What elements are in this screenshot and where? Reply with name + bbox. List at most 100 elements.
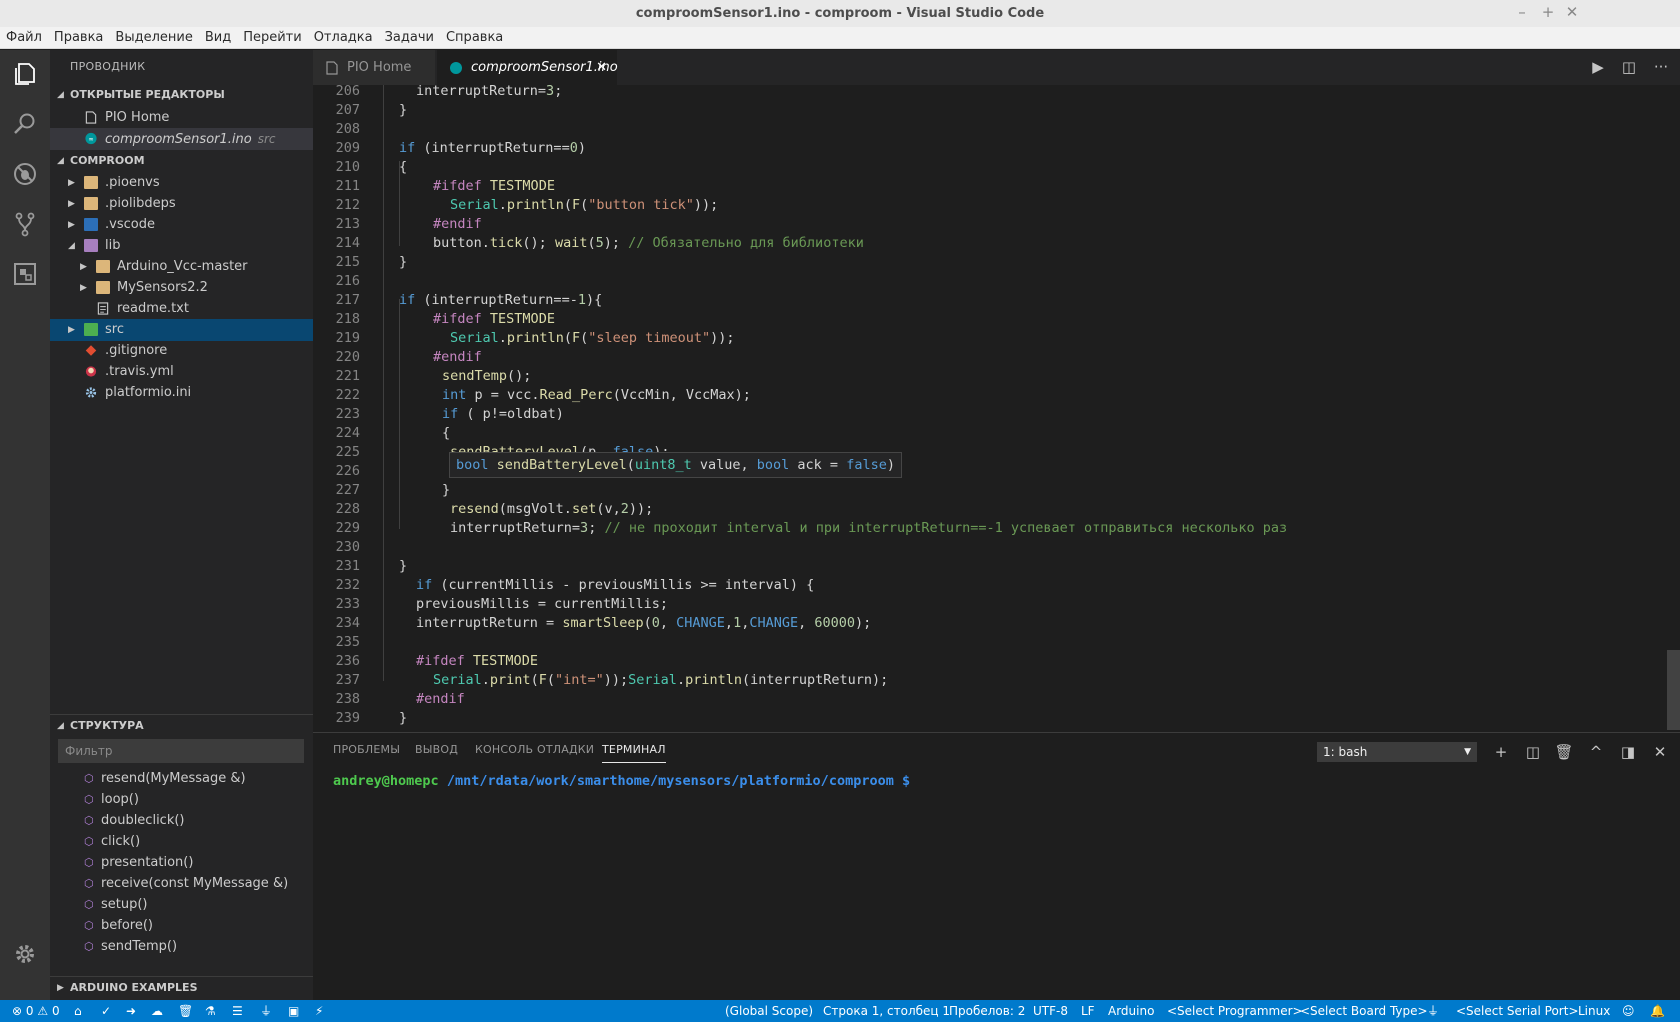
split-terminal-icon[interactable]: ◫ — [1523, 742, 1543, 762]
tree-item-src[interactable]: ▶ src — [50, 319, 313, 341]
warning-icon: ⚠ — [37, 1004, 49, 1018]
close-panel-icon[interactable]: ✕ — [1650, 742, 1670, 762]
tree-item-gitignore[interactable]: .gitignore — [50, 340, 313, 362]
chevron-right-icon: ▶ — [80, 262, 87, 272]
menu-help[interactable]: Справка — [440, 27, 509, 47]
os-status[interactable]: Linux — [1578, 1000, 1610, 1022]
code-line: 235 — [335, 634, 360, 650]
run-icon[interactable]: ▶ — [1587, 56, 1609, 78]
settings-gear-icon[interactable] — [0, 930, 50, 978]
svg-text:∞: ∞ — [88, 135, 93, 143]
tree-item-readme[interactable]: readme.txt — [50, 298, 313, 320]
notifications-bell-icon[interactable]: 🔔 — [1650, 1000, 1665, 1022]
more-actions-icon[interactable]: ··· — [1650, 56, 1672, 78]
serial-port-status[interactable]: <Select Serial Port> — [1456, 1000, 1579, 1022]
outline-header[interactable]: ◢ СТРУКТУРА — [50, 714, 313, 736]
debug-icon[interactable] — [0, 150, 50, 198]
menu-tasks[interactable]: Задачи — [379, 27, 440, 47]
pio-home-icon[interactable]: ⌂ — [74, 1000, 82, 1022]
menu-file[interactable]: Файл — [0, 27, 48, 47]
method-icon: ⬡ — [84, 856, 94, 869]
code-line: 227} — [335, 482, 451, 498]
source-control-icon[interactable] — [0, 200, 50, 248]
tab-pio-home[interactable]: PIO Home — [313, 50, 435, 85]
code-line: 222 int p = vcc.Read_Perc(VccMin, VccMax)… — [335, 387, 751, 403]
explorer-icon[interactable] — [0, 50, 50, 98]
tree-item-pioenvs[interactable]: ▶ .pioenvs — [50, 172, 313, 194]
pio-build-icon[interactable]: ✓ — [101, 1000, 111, 1022]
close-tab-icon[interactable]: ✕ — [596, 50, 607, 85]
editor-scrollbar-thumb[interactable] — [1667, 650, 1680, 730]
extensions-icon[interactable] — [0, 250, 50, 298]
tree-item-travis[interactable]: .travis.yml — [50, 361, 313, 383]
problems-status[interactable]: ⊗ 0 ⚠ 0 — [12, 1000, 60, 1022]
indentation-status[interactable]: Пробелов: 2 — [949, 1000, 1025, 1022]
menu-debug[interactable]: Отладка — [308, 27, 379, 47]
pio-test-icon[interactable]: ⚗ — [205, 1000, 216, 1022]
minimize-button[interactable]: – — [1512, 3, 1532, 21]
tree-item-platformio-ini[interactable]: platformio.ini — [50, 382, 313, 404]
menu-go[interactable]: Перейти — [237, 27, 308, 47]
terminal-select[interactable]: 1: bash ▼ — [1317, 742, 1477, 762]
feedback-smiley-icon[interactable]: ☺ — [1622, 1000, 1635, 1022]
outline-item[interactable]: ⬡ click() — [50, 831, 313, 853]
outline-item[interactable]: ⬡ presentation() — [50, 852, 313, 874]
outline-filter-input[interactable]: Фильтр — [58, 739, 304, 763]
code-line: 224{ — [335, 425, 451, 441]
maximize-button[interactable]: + — [1538, 3, 1558, 21]
file-icon — [326, 61, 338, 75]
split-editor-icon[interactable]: ◫ — [1618, 56, 1640, 78]
eol-status[interactable]: LF — [1081, 1000, 1095, 1022]
menu-edit[interactable]: Правка — [48, 27, 109, 47]
pio-run-task-icon[interactable]: ☰ — [232, 1000, 243, 1022]
menu-view[interactable]: Вид — [199, 27, 237, 47]
scope-status[interactable]: (Global Scope) — [725, 1000, 813, 1022]
encoding-status[interactable]: UTF-8 — [1033, 1000, 1068, 1022]
close-window-button[interactable]: ✕ — [1562, 3, 1582, 21]
open-editors-header[interactable]: ◢ ОТКРЫТЫЕ РЕДАКТОРЫ — [50, 84, 313, 106]
outline-item[interactable]: ⬡ receive(const MyMessage &) — [50, 873, 313, 895]
tab-comproom-sensor[interactable]: comproomSensor1.ino ✕ — [437, 50, 618, 85]
project-header[interactable]: ◢ COMPROOM — [50, 150, 313, 172]
tree-item-vscode[interactable]: ▶ .vscode — [50, 214, 313, 236]
cursor-position-status[interactable]: Строка 1, столбец 1 — [823, 1000, 950, 1022]
programmer-status[interactable]: <Select Programmer> — [1167, 1000, 1303, 1022]
board-status[interactable]: <Select Board Type> — [1300, 1000, 1428, 1022]
menu-selection[interactable]: Выделение — [109, 27, 198, 47]
pio-clean-icon[interactable]: 🗑 — [178, 1000, 193, 1022]
outline-item[interactable]: ⬡ sendTemp() — [50, 936, 313, 958]
outline-item[interactable]: ⬡ resend(MyMessage &) — [50, 768, 313, 790]
tab-output[interactable]: ВЫВОД — [415, 743, 458, 756]
trash-icon[interactable]: 🗑 — [1554, 742, 1574, 762]
toggle-panel-icon[interactable]: ◨ — [1618, 742, 1638, 762]
outline-item[interactable]: ⬡ before() — [50, 915, 313, 937]
explorer-sidebar: ПРОВОДНИК ◢ ОТКРЫТЫЕ РЕДАКТОРЫ PIO Home … — [50, 50, 313, 1000]
new-terminal-icon[interactable]: + — [1491, 742, 1511, 762]
pio-flash-icon[interactable]: ⚡ — [315, 1000, 323, 1022]
terminal-prompt[interactable]: andrey@homepc /mnt/rdata/work/smarthome/… — [333, 773, 910, 789]
tab-debug-console[interactable]: КОНСОЛЬ ОТЛАДКИ — [475, 743, 594, 756]
open-editor-item[interactable]: ∞ comproomSensor1.ino src — [50, 128, 313, 150]
tree-item-mysensors[interactable]: ▶ MySensors2.2 — [50, 277, 313, 299]
code-editor[interactable]: 206 interruptReturn=3; 207} 208 209 if (in… — [313, 85, 1680, 732]
open-editor-item[interactable]: PIO Home — [50, 107, 313, 129]
method-icon: ⬡ — [84, 835, 94, 848]
pio-upload-icon[interactable]: ➜ — [126, 1000, 136, 1022]
arduino-examples-header[interactable]: ▶ ARDUINO EXAMPLES — [50, 976, 313, 998]
method-icon: ⬡ — [84, 940, 94, 953]
pio-upload-remote-icon[interactable]: ☁ — [151, 1000, 163, 1022]
tab-problems[interactable]: ПРОБЛЕМЫ — [333, 743, 400, 756]
language-status[interactable]: Arduino — [1108, 1000, 1154, 1022]
tree-item-lib[interactable]: ◢ lib — [50, 235, 313, 257]
outline-item[interactable]: ⬡ setup() — [50, 894, 313, 916]
outline-item[interactable]: ⬡ doubleclick() — [50, 810, 313, 832]
tab-terminal[interactable]: ТЕРМИНАЛ — [602, 743, 666, 763]
search-icon[interactable] — [0, 100, 50, 148]
tree-item-piolibdeps[interactable]: ▶ .piolibdeps — [50, 193, 313, 215]
maximize-panel-icon[interactable]: ^ — [1586, 742, 1606, 762]
pio-terminal-icon[interactable]: ▣ — [288, 1000, 299, 1022]
outline-item[interactable]: ⬡ loop() — [50, 789, 313, 811]
chevron-down-icon: ◢ — [57, 721, 64, 731]
pio-serial-monitor-icon[interactable]: ⏚ — [260, 1000, 272, 1022]
tree-item-arduino-vcc[interactable]: ▶ Arduino_Vcc-master — [50, 256, 313, 278]
